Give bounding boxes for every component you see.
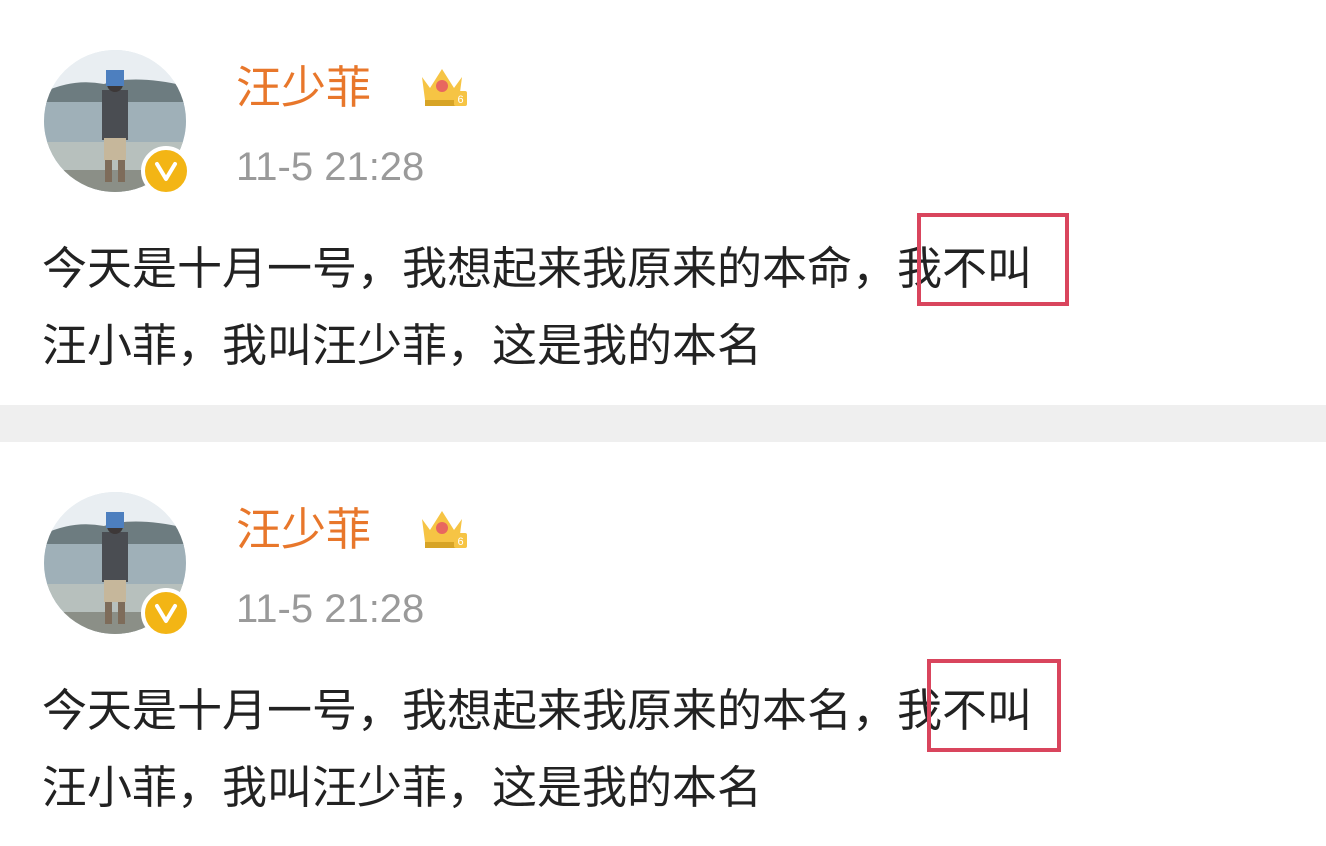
highlight-box (927, 659, 1061, 752)
highlight-box (917, 213, 1069, 306)
post-content: 今天是十月一号，我想起来我原来的本名，我不叫 汪小菲，我叫汪少菲，这是我的本名 (42, 672, 1292, 826)
crown-level-badge-icon: 6 (414, 499, 470, 555)
post-username[interactable]: 汪少菲 (236, 60, 371, 116)
post-content-line-2: 汪小菲，我叫汪少菲，这是我的本名 (42, 319, 763, 372)
verified-v-icon (141, 146, 191, 196)
weibo-post-1: 汪少菲 6 11-5 21:28 今天是十月一号，我想起来我原来的本命，我不叫 … (0, 0, 1326, 405)
post-content-line-1: 今天是十月一号，我想起来我原来的本名，我不叫 (42, 684, 1033, 737)
post-separator (0, 405, 1326, 442)
post-content: 今天是十月一号，我想起来我原来的本命，我不叫 汪小菲，我叫汪少菲，这是我的本名 (42, 230, 1292, 384)
post-content-line-2: 汪小菲，我叫汪少菲，这是我的本名 (42, 761, 763, 814)
weibo-comparison-screen: 汪少菲 6 11-5 21:28 今天是十月一号，我想起来我原来的本命，我不叫 … (0, 0, 1326, 846)
post-username[interactable]: 汪少菲 (236, 502, 371, 558)
post-timestamp: 11-5 21:28 (236, 587, 425, 631)
crown-level-badge-icon: 6 (414, 57, 470, 113)
post-content-line-1: 今天是十月一号，我想起来我原来的本命，我不叫 (42, 242, 1033, 295)
post-timestamp: 11-5 21:28 (236, 145, 425, 189)
svg-text:6: 6 (457, 536, 463, 548)
verified-v-icon (141, 588, 191, 638)
weibo-post-2: 汪少菲 6 11-5 21:28 今天是十月一号，我想起来我原来的本名，我不叫 … (0, 442, 1326, 846)
svg-text:6: 6 (457, 94, 463, 106)
